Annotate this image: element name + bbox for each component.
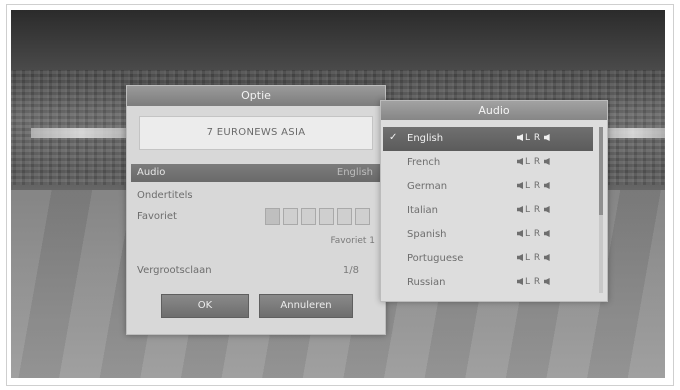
channel-mode-text: L R [525,181,541,191]
options-dialog: Optie 7 EURONEWS ASIA Audio English Onde… [126,85,386,335]
channel-mode: L R [517,277,552,287]
favorite-group-box[interactable] [283,208,298,225]
language-name: English [407,133,444,144]
language-name: Spanish [407,229,447,240]
favorite-group-box[interactable] [265,208,280,225]
zoom-value: 1/8 [342,265,359,276]
channel-mode: L R [517,205,552,215]
channel-name: 7 EURONEWS ASIA [139,116,373,150]
channel-mode-text: L R [525,205,541,215]
channel-mode: L R [517,181,552,191]
language-item[interactable]: Portuguese L R [383,247,593,271]
audio-value: English [336,167,373,178]
ok-button[interactable]: OK [161,294,249,318]
language-name: Italian [407,205,439,216]
zoom-row[interactable]: Vergrootsclaan 1/8 [131,262,381,276]
scrollbar-thumb[interactable] [599,127,603,215]
channel-mode-text: L R [525,157,541,167]
language-item[interactable]: Spanish L R [383,223,593,247]
subtitles-label: Ondertitels [137,190,193,201]
speaker-icon [517,278,523,285]
speaker-icon [543,158,550,165]
ad-board [31,128,131,138]
favorite-group-box[interactable] [301,208,316,225]
channel-mode-text: L R [525,133,541,143]
language-item[interactable]: Italian L R [383,199,593,223]
audio-label: Audio [137,167,166,178]
speaker-icon [543,230,550,237]
language-list: ✓ English L R French L R German L R Italian L RS… [383,127,593,295]
audio-panel: Audio ✓ English L R French L R German L R Itali… [380,100,608,302]
favorite-row[interactable]: Favoriet [131,208,381,228]
favorite-group-box[interactable] [319,208,334,225]
zoom-label: Vergrootsclaan [137,265,212,276]
speaker-icon [517,254,523,261]
speaker-icon [543,206,550,213]
language-item[interactable]: Russian L R [383,271,593,295]
cancel-button[interactable]: Annuleren [259,294,353,318]
favorite-label: Favoriet [137,211,177,222]
language-name: Russian [407,277,446,288]
channel-mode-text: L R [525,253,541,263]
channel-mode: L R [517,229,552,239]
language-item[interactable]: German L R [383,175,593,199]
channel-mode: L R [517,133,552,143]
favorite-group-box[interactable] [355,208,370,225]
check-icon: ✓ [389,132,398,143]
language-name: German [407,181,448,192]
speaker-icon [543,254,550,261]
favorite-groups [265,208,370,225]
audio-panel-title: Audio [381,101,607,120]
stadium-roof [11,10,665,70]
channel-mode-text: L R [525,277,541,287]
ad-board [601,128,665,138]
speaker-icon [517,182,523,189]
speaker-icon [517,230,523,237]
language-name: Portuguese [407,253,464,264]
language-item[interactable]: ✓ English L R [383,127,593,151]
speaker-icon [517,134,523,141]
speaker-icon [543,278,550,285]
language-item[interactable]: French L R [383,151,593,175]
favorite-group-box[interactable] [337,208,352,225]
speaker-icon [517,206,523,213]
favorite-selected: Favoriet 1 [330,236,375,246]
speaker-icon [517,158,523,165]
speaker-icon [543,134,550,141]
speaker-icon [543,182,550,189]
channel-mode: L R [517,157,552,167]
language-name: French [407,157,441,168]
channel-mode: L R [517,253,552,263]
subtitles-row[interactable]: Ondertitels [131,187,381,201]
dialog-buttons: OK Annuleren [161,294,353,318]
channel-mode-text: L R [525,229,541,239]
audio-row[interactable]: Audio English [131,164,381,182]
dialog-title: Optie [127,86,385,106]
